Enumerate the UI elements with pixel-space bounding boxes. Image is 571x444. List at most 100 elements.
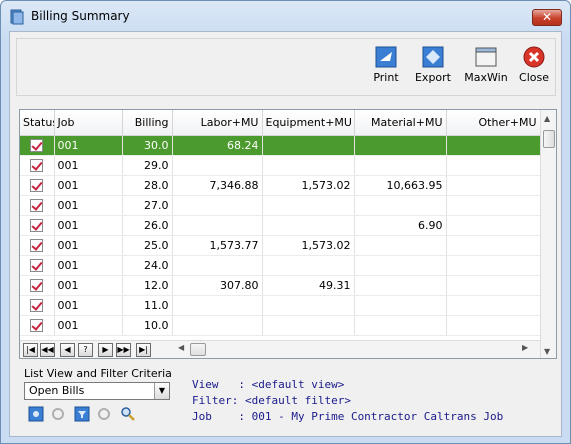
nav-help-button[interactable]: ? [78, 343, 93, 357]
cell-equipment[interactable]: 49.31 [262, 275, 355, 296]
window-close-button[interactable]: ✕ [532, 9, 562, 26]
cell-billing[interactable]: 25.0 [122, 235, 173, 256]
nav-next-page-button[interactable]: ▶▶ [116, 343, 131, 357]
column-header-other[interactable]: Other+MU [446, 110, 540, 136]
cell-status[interactable] [20, 215, 55, 236]
status-checkbox[interactable] [30, 218, 44, 232]
table-row[interactable]: 001 26.0 6.90 [20, 215, 540, 236]
cell-labor[interactable] [172, 295, 263, 316]
search-icon[interactable] [120, 406, 136, 422]
status-checkbox[interactable] [30, 278, 44, 292]
cell-status[interactable] [20, 155, 55, 176]
scroll-up-icon[interactable]: ▲ [544, 114, 550, 123]
cell-material[interactable] [354, 135, 447, 156]
cell-other[interactable] [446, 235, 540, 256]
cell-job[interactable]: 001 [54, 155, 123, 176]
cell-other[interactable] [446, 315, 540, 336]
filter-select-icon[interactable] [74, 406, 90, 422]
cell-equipment[interactable] [262, 215, 355, 236]
cell-status[interactable] [20, 195, 55, 216]
cell-material[interactable] [354, 275, 447, 296]
cell-job[interactable]: 001 [54, 135, 123, 156]
status-checkbox[interactable] [30, 198, 44, 212]
cell-status[interactable] [20, 175, 55, 196]
cell-other[interactable] [446, 155, 540, 176]
cell-other[interactable] [446, 295, 540, 316]
cell-labor[interactable]: 68.24 [172, 135, 263, 156]
cell-other[interactable] [446, 195, 540, 216]
column-header-equipment[interactable]: Equipment+MU [262, 110, 355, 136]
cell-material[interactable] [354, 295, 447, 316]
vertical-scroll-thumb[interactable] [543, 130, 555, 148]
cell-job[interactable]: 001 [54, 235, 123, 256]
cell-labor[interactable]: 1,573.77 [172, 235, 263, 256]
cell-material[interactable] [354, 255, 447, 276]
column-header-labor[interactable]: Labor+MU [172, 110, 263, 136]
cell-billing[interactable]: 28.0 [122, 175, 173, 196]
maxwin-button[interactable]: MaxWin [463, 45, 509, 84]
cell-equipment[interactable]: 1,573.02 [262, 235, 355, 256]
column-header-billing[interactable]: Billing [122, 110, 173, 136]
cell-labor[interactable] [172, 195, 263, 216]
cell-job[interactable]: 001 [54, 175, 123, 196]
table-row[interactable]: 001 12.0 307.80 49.31 [20, 275, 540, 296]
cell-job[interactable]: 001 [54, 255, 123, 276]
table-row[interactable]: 001 24.0 [20, 255, 540, 276]
scroll-left-icon[interactable]: ◀ [178, 343, 184, 352]
table-row[interactable]: 001 28.0 7,346.88 1,573.02 10,663.95 [20, 175, 540, 196]
nav-prev-page-button[interactable]: ◀◀ [40, 343, 55, 357]
cell-labor[interactable] [172, 315, 263, 336]
cell-status[interactable] [20, 315, 55, 336]
status-checkbox[interactable] [30, 318, 44, 332]
scroll-down-icon[interactable]: ▼ [544, 347, 550, 356]
cell-other[interactable] [446, 255, 540, 276]
cell-labor[interactable]: 307.80 [172, 275, 263, 296]
list-view-select[interactable]: Open Bills ▼ [24, 382, 170, 400]
export-button[interactable]: Export [413, 45, 453, 84]
cell-equipment[interactable] [262, 135, 355, 156]
cell-material[interactable] [354, 155, 447, 176]
cell-other[interactable] [446, 275, 540, 296]
cell-status[interactable] [20, 295, 55, 316]
cell-labor[interactable] [172, 155, 263, 176]
column-header-status[interactable]: Status [20, 110, 55, 136]
cell-other[interactable] [446, 175, 540, 196]
table-row[interactable]: 001 29.0 [20, 155, 540, 176]
cell-status[interactable] [20, 255, 55, 276]
table-row[interactable]: 001 11.0 [20, 295, 540, 316]
cell-equipment[interactable] [262, 155, 355, 176]
view-select-icon[interactable] [28, 406, 44, 422]
nav-next-button[interactable]: ▶ [98, 343, 113, 357]
status-checkbox[interactable] [30, 298, 44, 312]
cell-billing[interactable]: 12.0 [122, 275, 173, 296]
cell-material[interactable]: 10,663.95 [354, 175, 447, 196]
cell-job[interactable]: 001 [54, 315, 123, 336]
table-row[interactable]: 001 25.0 1,573.77 1,573.02 [20, 235, 540, 256]
cell-job[interactable]: 001 [54, 275, 123, 296]
cell-job[interactable]: 001 [54, 195, 123, 216]
nav-first-button[interactable]: |◀ [23, 343, 38, 357]
status-checkbox[interactable] [30, 178, 44, 192]
cell-status[interactable] [20, 135, 55, 156]
status-checkbox[interactable] [30, 138, 44, 152]
table-row[interactable]: 001 10.0 [20, 315, 540, 336]
cell-job[interactable]: 001 [54, 215, 123, 236]
scroll-right-icon[interactable]: ▶ [522, 343, 528, 352]
cell-status[interactable] [20, 235, 55, 256]
column-header-material[interactable]: Material+MU [354, 110, 447, 136]
cell-equipment[interactable] [262, 255, 355, 276]
title-bar[interactable]: Billing Summary ✕ [1, 1, 570, 31]
cell-billing[interactable]: 10.0 [122, 315, 173, 336]
cell-material[interactable] [354, 315, 447, 336]
table-row[interactable]: 001 27.0 [20, 195, 540, 216]
cell-material[interactable] [354, 235, 447, 256]
horizontal-scroll-thumb[interactable] [190, 343, 206, 356]
cell-equipment[interactable] [262, 195, 355, 216]
vertical-scrollbar[interactable]: ▲ ▼ [540, 110, 556, 358]
cell-material[interactable]: 6.90 [354, 215, 447, 236]
nav-prev-button[interactable]: ◀ [60, 343, 75, 357]
cell-other[interactable] [446, 215, 540, 236]
print-button[interactable]: Print [369, 45, 403, 84]
nav-last-button[interactable]: ▶| [136, 343, 151, 357]
cell-billing[interactable]: 11.0 [122, 295, 173, 316]
